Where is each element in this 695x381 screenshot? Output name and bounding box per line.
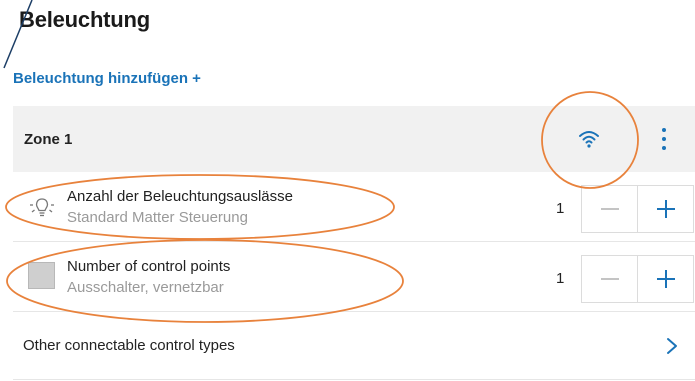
row-title: Number of control points [67, 258, 231, 275]
decrement-button[interactable] [582, 256, 638, 302]
wifi-icon[interactable] [578, 128, 600, 150]
row-title: Anzahl der Beleuchtungsauslässe [67, 188, 293, 205]
light-bulb-icon [30, 198, 54, 217]
row-subtitle: Ausschalter, vernetzbar [67, 279, 224, 296]
switch-icon [28, 262, 55, 289]
quantity-value: 1 [556, 200, 565, 217]
kebab-menu-icon[interactable] [660, 128, 668, 150]
chevron-right-icon [667, 338, 677, 354]
row-subtitle: Standard Matter Steuerung [67, 209, 248, 226]
increment-button[interactable] [638, 186, 693, 232]
quantity-stepper [581, 255, 694, 303]
control-points-row: Number of control points Ausschalter, ve… [13, 243, 695, 312]
other-control-types-row[interactable]: Other connectable control types [13, 313, 695, 380]
increment-button[interactable] [638, 256, 693, 302]
decrement-button[interactable] [582, 186, 638, 232]
other-control-types-label: Other connectable control types [23, 337, 235, 354]
quantity-stepper [581, 185, 694, 233]
zone-header: Zone 1 [13, 106, 695, 172]
lighting-outlets-row: Anzahl der Beleuchtungsauslässe Standard… [13, 173, 695, 242]
zone-label: Zone 1 [24, 131, 73, 148]
page-title: Beleuchtung [19, 7, 151, 32]
add-lighting-link[interactable]: Beleuchtung hinzufügen + [13, 70, 201, 87]
quantity-value: 1 [556, 270, 565, 287]
